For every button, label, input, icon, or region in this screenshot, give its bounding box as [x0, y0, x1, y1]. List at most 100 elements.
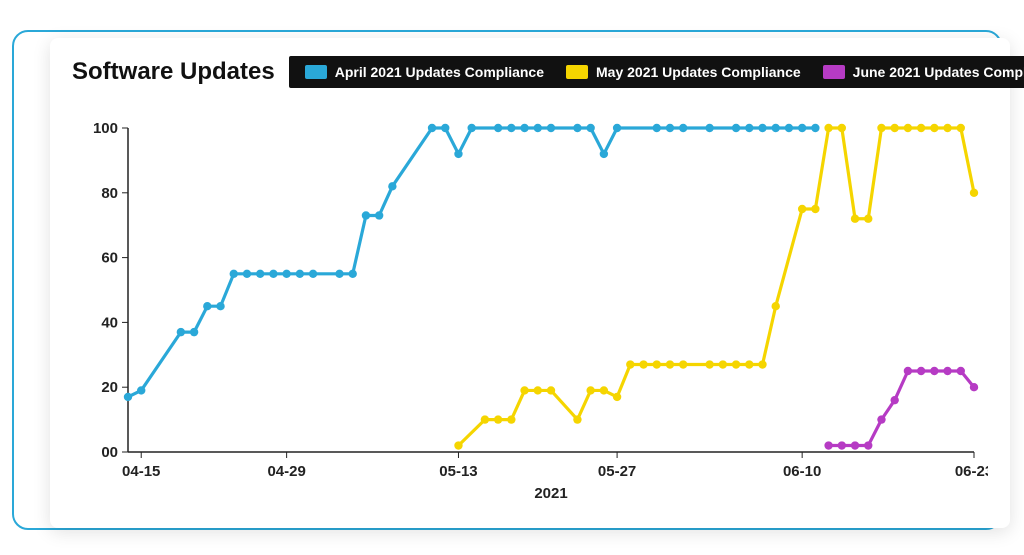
data-point [230, 270, 238, 278]
data-point [877, 124, 885, 132]
data-point [890, 124, 898, 132]
data-point [586, 386, 594, 394]
data-point [520, 124, 528, 132]
data-point [388, 182, 396, 190]
data-point [137, 386, 145, 394]
chart-card: Software Updates April 2021 Updates Comp… [50, 38, 1010, 528]
y-tick-label: 60 [101, 250, 118, 267]
data-point [851, 441, 859, 449]
data-point [705, 360, 713, 368]
series-line [829, 371, 974, 446]
legend-item: April 2021 Updates Compliance [305, 64, 544, 80]
data-point [639, 360, 647, 368]
legend-item: June 2021 Updates Compliance [823, 64, 1024, 80]
data-point [441, 124, 449, 132]
data-point [190, 328, 198, 336]
data-point [586, 124, 594, 132]
data-point [494, 124, 502, 132]
data-point [719, 360, 727, 368]
data-point [851, 215, 859, 223]
data-point [349, 270, 357, 278]
y-tick-label: 80 [101, 185, 118, 202]
chart-title: Software Updates [72, 58, 275, 86]
data-point [454, 150, 462, 158]
data-point [705, 124, 713, 132]
legend-label: April 2021 Updates Compliance [335, 64, 544, 80]
x-tick-label: 04-15 [122, 463, 160, 480]
data-point [428, 124, 436, 132]
data-point [930, 124, 938, 132]
data-point [838, 441, 846, 449]
series [124, 124, 820, 401]
data-point [573, 124, 581, 132]
data-point [772, 302, 780, 310]
data-point [943, 124, 951, 132]
data-point [679, 360, 687, 368]
series [454, 124, 978, 450]
data-point [745, 124, 753, 132]
data-point [362, 211, 370, 219]
y-tick-label: 20 [101, 379, 118, 396]
chart-header: Software Updates April 2021 Updates Comp… [72, 56, 988, 88]
data-point [917, 124, 925, 132]
data-point [454, 441, 462, 449]
x-tick-label: 05-13 [439, 463, 477, 480]
data-point [534, 124, 542, 132]
data-point [600, 386, 608, 394]
data-point [877, 415, 885, 423]
data-point [732, 360, 740, 368]
data-point [573, 415, 581, 423]
data-point [798, 205, 806, 213]
data-point [269, 270, 277, 278]
data-point [124, 393, 132, 401]
data-point [243, 270, 251, 278]
legend-swatch [823, 65, 845, 79]
data-point [957, 367, 965, 375]
data-point [613, 393, 621, 401]
data-point [970, 383, 978, 391]
data-point [203, 302, 211, 310]
chart-legend: April 2021 Updates Compliance May 2021 Up… [289, 56, 1024, 88]
data-point [335, 270, 343, 278]
data-point [256, 270, 264, 278]
series-line [128, 128, 815, 397]
legend-label: May 2021 Updates Compliance [596, 64, 801, 80]
x-axis-label: 2021 [534, 485, 567, 502]
data-point [824, 124, 832, 132]
data-point [296, 270, 304, 278]
x-tick-label: 04-29 [267, 463, 305, 480]
data-point [613, 124, 621, 132]
data-point [216, 302, 224, 310]
y-tick-label: 40 [101, 314, 118, 331]
data-point [507, 415, 515, 423]
data-point [666, 360, 674, 368]
data-point [282, 270, 290, 278]
data-point [520, 386, 528, 394]
data-point [375, 211, 383, 219]
data-point [890, 396, 898, 404]
data-point [626, 360, 634, 368]
data-point [798, 124, 806, 132]
data-point [547, 124, 555, 132]
legend-swatch [566, 65, 588, 79]
y-tick-label: 00 [101, 444, 118, 461]
data-point [745, 360, 753, 368]
data-point [600, 150, 608, 158]
data-point [904, 124, 912, 132]
data-point [653, 360, 661, 368]
data-point [758, 124, 766, 132]
data-point [930, 367, 938, 375]
chart-svg: 002040608010004-1504-2905-1305-2706-1006… [72, 108, 988, 508]
data-point [957, 124, 965, 132]
data-point [970, 189, 978, 197]
x-tick-label: 05-27 [598, 463, 636, 480]
data-point [494, 415, 502, 423]
data-point [481, 415, 489, 423]
data-point [758, 360, 766, 368]
chart-plot-area: 002040608010004-1504-2905-1305-2706-1006… [72, 108, 988, 508]
data-point [943, 367, 951, 375]
y-tick-label: 100 [93, 120, 118, 137]
x-tick-label: 06-10 [783, 463, 821, 480]
data-point [309, 270, 317, 278]
data-point [507, 124, 515, 132]
